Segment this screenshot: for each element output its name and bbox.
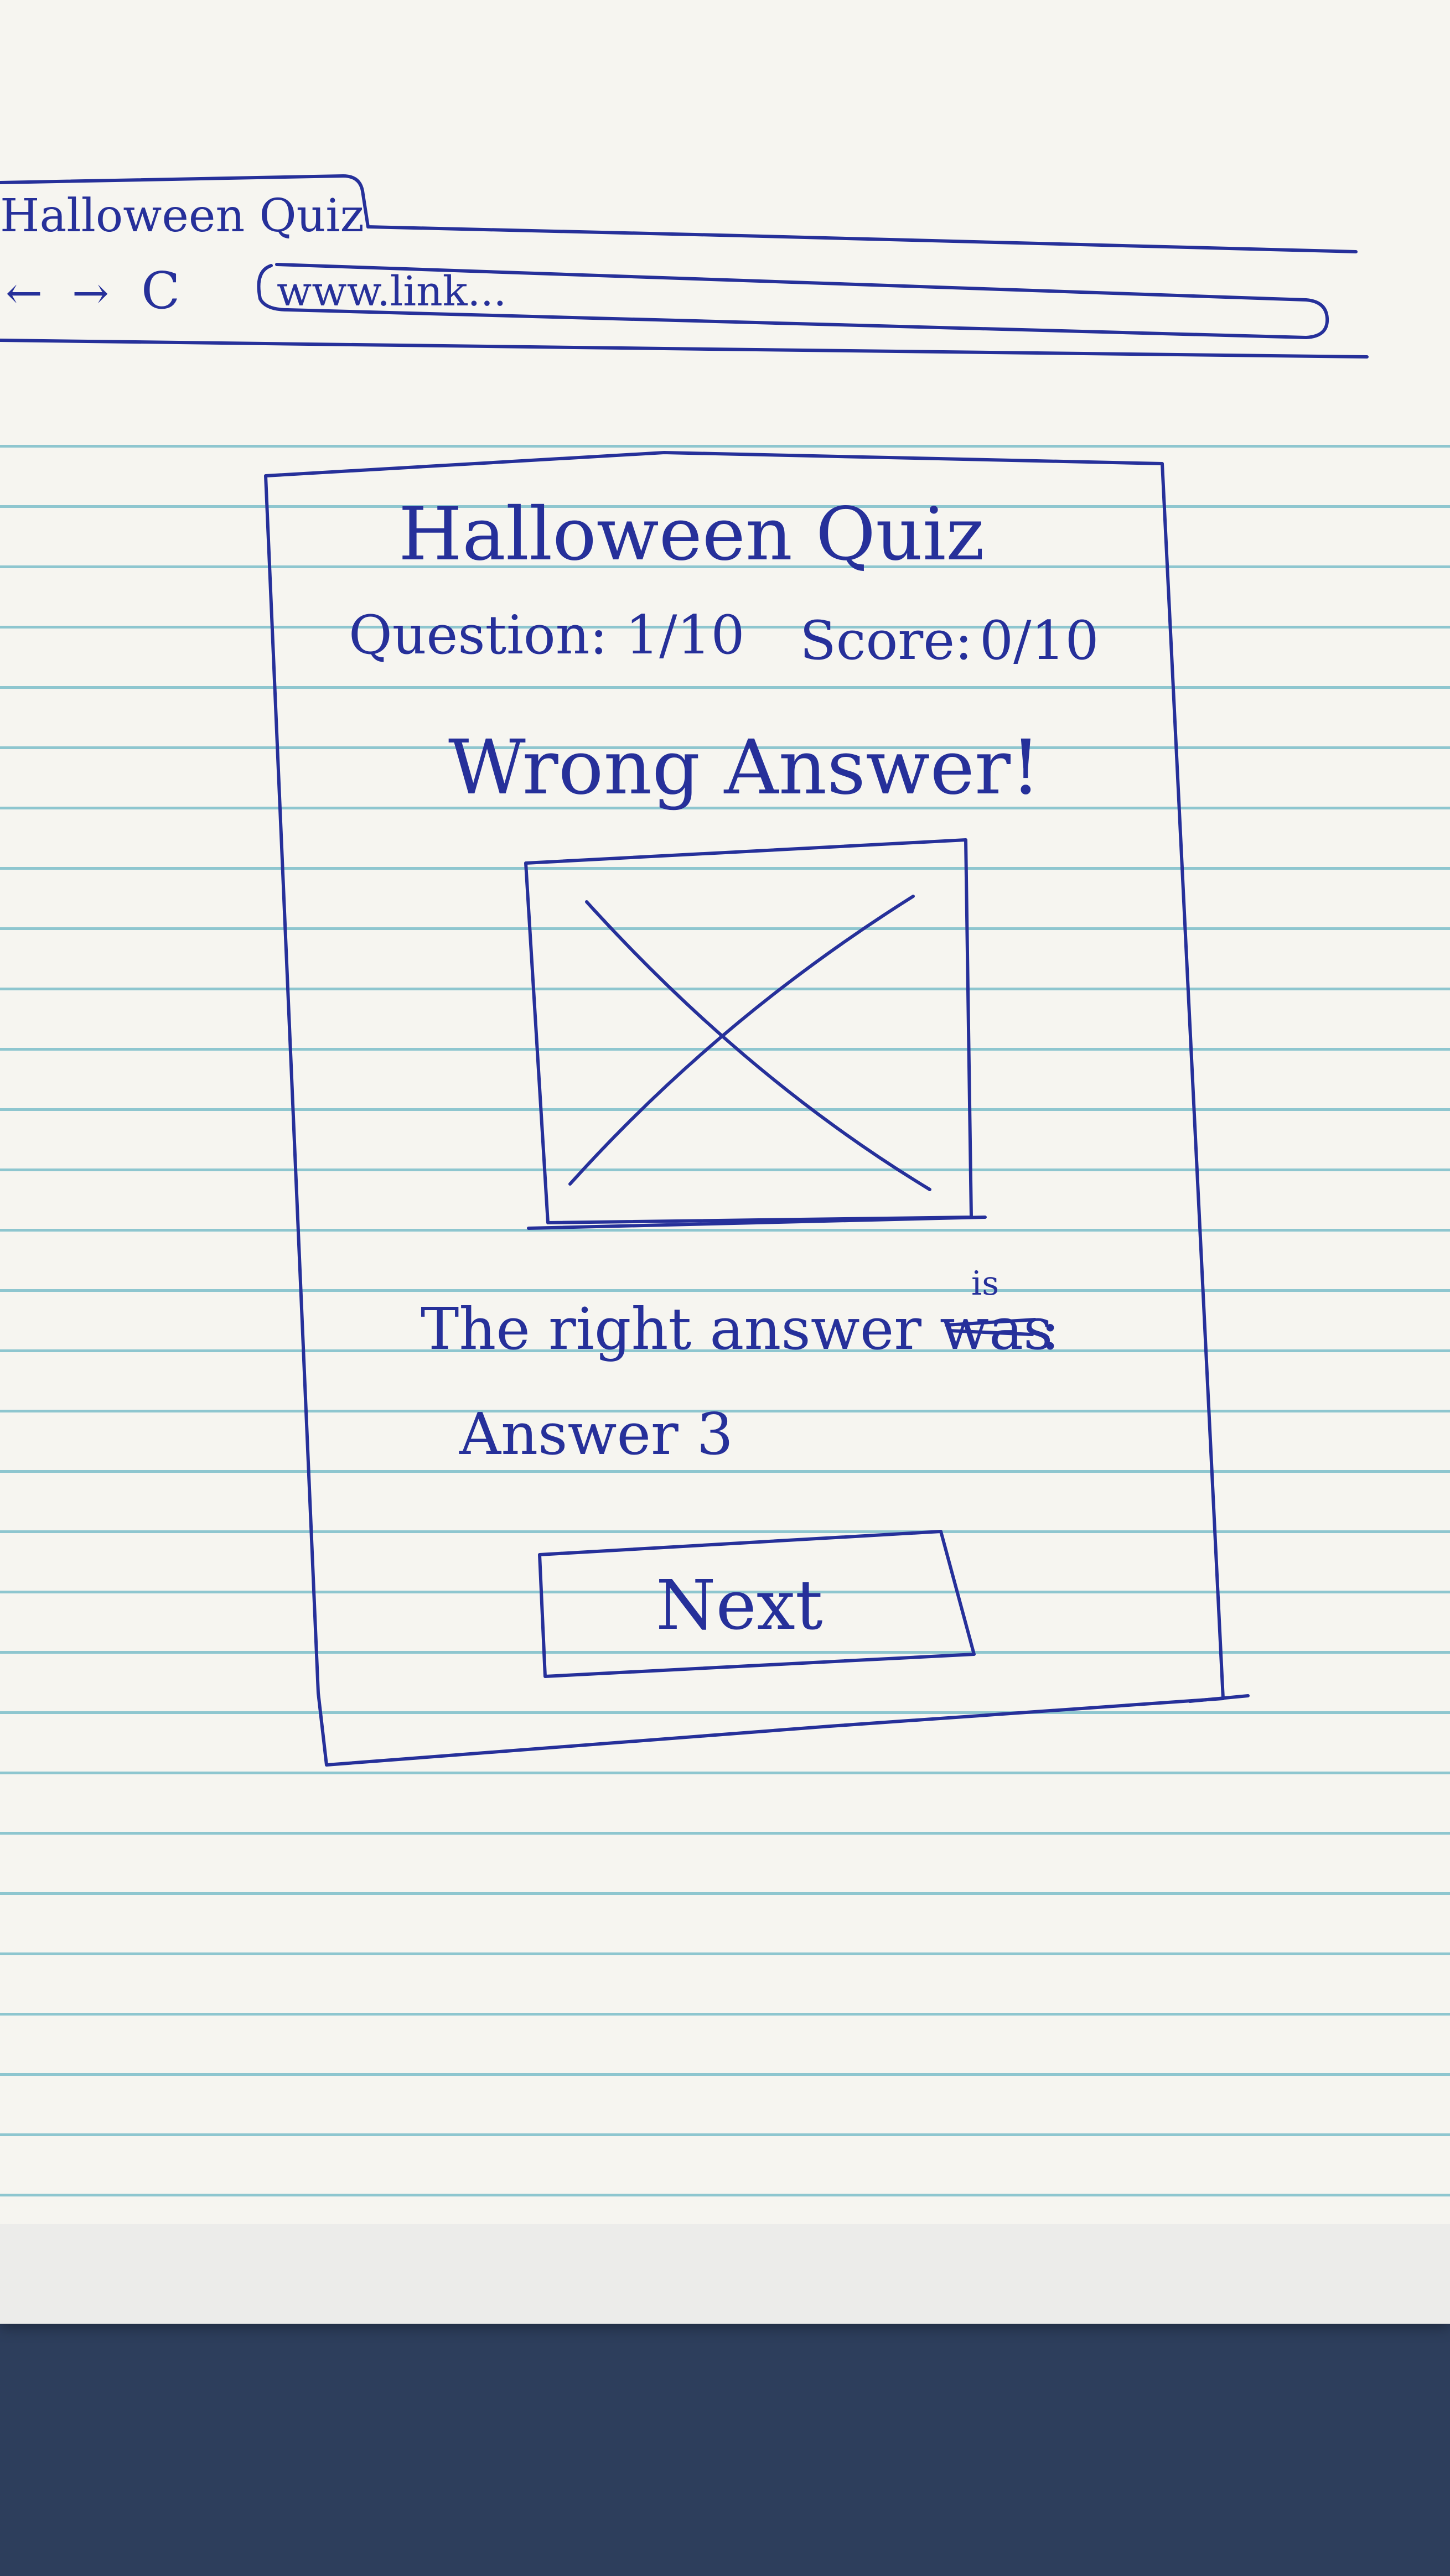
browser-tab-title[interactable]: Halloween Quiz — [0, 194, 364, 239]
right-answer-value: Answer 3 — [459, 1400, 733, 1468]
quiz-title: Halloween Quiz — [398, 492, 985, 577]
image-placeholder-icon — [526, 841, 971, 1223]
question-counter: 1/10 — [625, 604, 745, 666]
right-answer-colon: : — [1040, 1295, 1060, 1363]
address-bar-url[interactable]: www.link... — [277, 271, 506, 312]
next-button-label: Next — [656, 1566, 823, 1645]
right-answer-label: The right answer was — [421, 1295, 1053, 1363]
answer-feedback: Wrong Answer! — [448, 724, 1041, 812]
question-label: Question: — [349, 604, 608, 666]
back-arrow-icon[interactable]: ← — [6, 271, 43, 315]
score-label: Score: — [800, 610, 973, 672]
sketch-lines — [0, 174, 1369, 1767]
right-answer-correction: is — [971, 1264, 999, 1303]
forward-arrow-icon[interactable]: → — [72, 271, 109, 315]
score-counter: 0/10 — [980, 610, 1099, 672]
browser-header-divider — [0, 339, 1369, 359]
refresh-icon[interactable]: C — [141, 266, 180, 316]
